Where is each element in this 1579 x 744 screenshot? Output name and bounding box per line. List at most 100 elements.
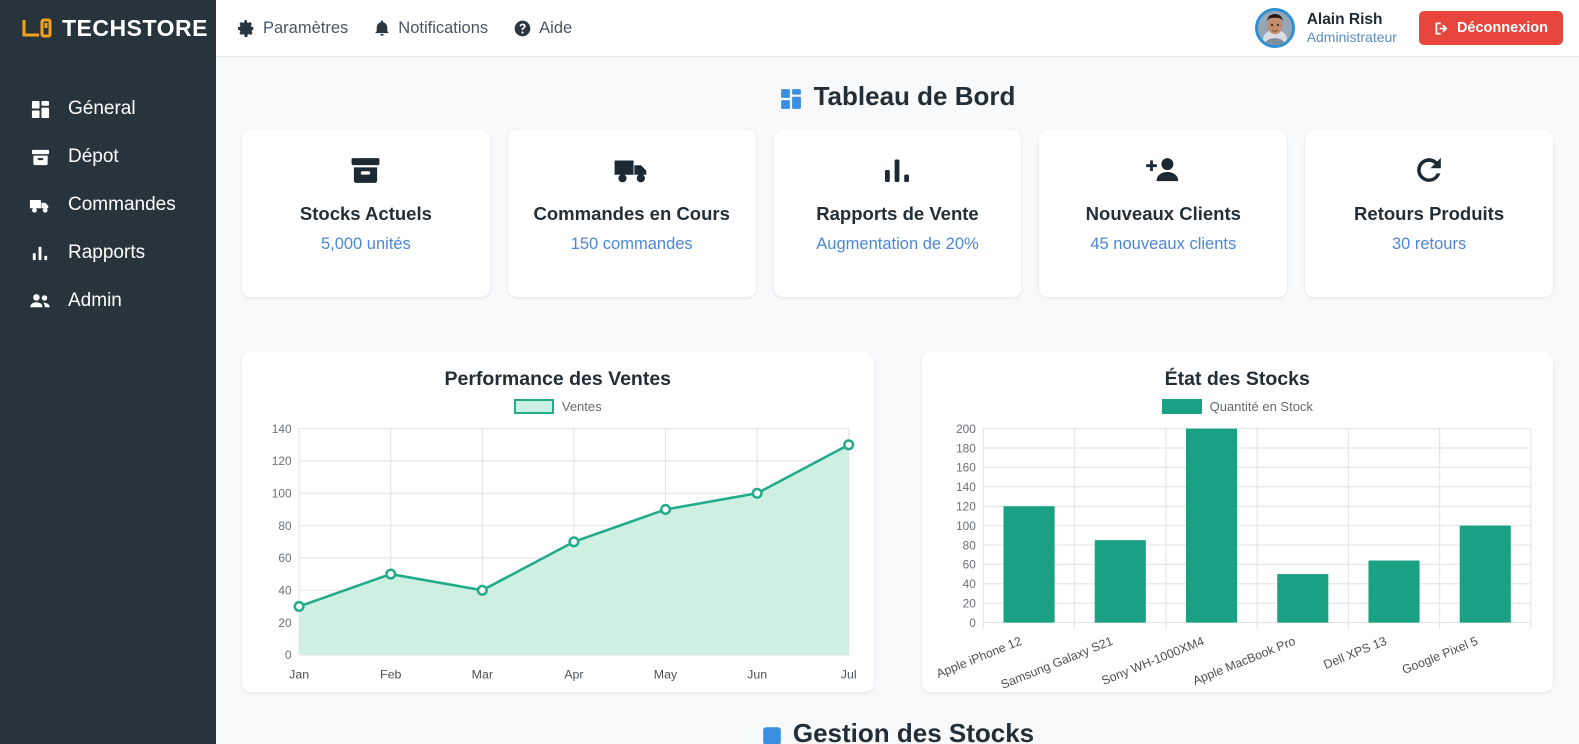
svg-text:40: 40 bbox=[278, 584, 292, 598]
user-info: Alain Rish Administrateur bbox=[1307, 11, 1397, 45]
svg-text:140: 140 bbox=[956, 480, 976, 494]
sidebar-item-rapports[interactable]: Rapports bbox=[0, 229, 216, 277]
logout-icon bbox=[1434, 21, 1449, 36]
topbar-link-parametres[interactable]: Paramètres bbox=[238, 19, 348, 38]
svg-text:180: 180 bbox=[956, 441, 976, 455]
refresh-icon bbox=[1413, 152, 1445, 188]
svg-text:Sony WH-1000XM4: Sony WH-1000XM4 bbox=[1099, 634, 1206, 688]
gestion-des-stocks-label: Gestion des Stocks bbox=[792, 718, 1035, 744]
topbar: Paramètres Notifications Aide Alain Rish… bbox=[216, 0, 1579, 57]
sidebar-item-label: Rapports bbox=[68, 242, 146, 263]
stat-card-title: Commandes en Cours bbox=[533, 203, 730, 224]
sidebar-item-general[interactable]: Géneral bbox=[0, 85, 216, 133]
bar-chart-icon bbox=[882, 152, 912, 188]
sidebar-item-label: Géneral bbox=[68, 98, 136, 119]
topbar-link-notifications[interactable]: Notifications bbox=[374, 19, 488, 38]
svg-text:0: 0 bbox=[969, 616, 976, 630]
archive-box-icon bbox=[28, 146, 52, 168]
svg-text:20: 20 bbox=[278, 616, 292, 630]
topbar-user-area: Alain Rish Administrateur Déconnexion bbox=[1254, 8, 1563, 48]
user-plus-icon bbox=[1144, 152, 1182, 188]
legend-swatch-quantite bbox=[1161, 399, 1202, 414]
stat-card-stocks-actuels[interactable]: Stocks Actuels 5,000 unités bbox=[242, 130, 490, 297]
stat-card-value: 150 commandes bbox=[570, 235, 693, 254]
logout-label: Déconnexion bbox=[1456, 20, 1548, 36]
svg-text:120: 120 bbox=[956, 500, 976, 514]
stat-card-value: 30 retours bbox=[1391, 235, 1467, 254]
stat-card-title: Retours Produits bbox=[1354, 203, 1505, 224]
svg-text:100: 100 bbox=[272, 487, 292, 501]
stat-cards: Stocks Actuels 5,000 unités Commandes en… bbox=[242, 130, 1553, 297]
topbar-link-label: Notifications bbox=[398, 18, 489, 37]
sidebar: TECHSTORE Géneral Dépot Commandes Rappor… bbox=[0, 0, 216, 744]
svg-text:160: 160 bbox=[956, 461, 976, 475]
chart-legend-sales[interactable]: Ventes bbox=[256, 399, 860, 414]
truck-icon bbox=[613, 152, 651, 188]
chart-legend-stocks[interactable]: Quantité en Stock bbox=[936, 399, 1540, 414]
topbar-link-aide[interactable]: Aide bbox=[514, 19, 572, 38]
stat-card-rapports-de-vente[interactable]: Rapports de Vente Augmentation de 20% bbox=[773, 130, 1022, 297]
charts-row: Performance des Ventes Ventes 0 20 40 60 80 1… bbox=[242, 352, 1553, 692]
svg-text:80: 80 bbox=[278, 519, 292, 533]
chart-title-sales: Performance des Ventes bbox=[444, 368, 672, 390]
svg-text:Dell XPS 13: Dell XPS 13 bbox=[1321, 634, 1388, 672]
legend-label-quantite: Quantité en Stock bbox=[1209, 399, 1313, 414]
stat-card-commandes-en-cours[interactable]: Commandes en Cours 150 commandes bbox=[507, 130, 756, 297]
sidebar-item-depot[interactable]: Dépot bbox=[0, 133, 216, 181]
sidebar-nav: Géneral Dépot Commandes Rapports Admin bbox=[0, 85, 216, 325]
sales-line-chart-plot[interactable]: 0 20 40 60 80 100 120 140 Jan Feb Mar Apr May Jun Jul bbox=[256, 420, 860, 689]
page-title-text: Tableau de Bord bbox=[813, 81, 1016, 111]
stat-card-value: 45 nouveaux clients bbox=[1090, 235, 1237, 254]
svg-text:20: 20 bbox=[962, 597, 976, 611]
svg-text:Google Pixel 5: Google Pixel 5 bbox=[1400, 634, 1480, 677]
brand-name: TECHSTORE bbox=[62, 15, 208, 41]
legend-label-ventes: Ventes bbox=[561, 399, 602, 414]
svg-text:Mar: Mar bbox=[472, 668, 493, 682]
stat-card-value: Augmentation de 20% bbox=[816, 235, 979, 254]
svg-text:Jun: Jun bbox=[747, 668, 767, 682]
bell-icon bbox=[374, 19, 390, 37]
svg-text:May: May bbox=[654, 668, 678, 682]
stock-bar-chart-plot[interactable]: 0 20 40 60 80 100 120 140 160 180 200 Apple iPhone … bbox=[936, 420, 1540, 689]
sidebar-item-admin[interactable]: Admin bbox=[0, 277, 216, 325]
dashboard-content: Tableau de Bord Stocks Actuels 5,000 uni… bbox=[216, 57, 1579, 744]
question-circle-icon bbox=[514, 20, 531, 37]
svg-text:0: 0 bbox=[285, 648, 292, 662]
sidebar-item-label: Dépot bbox=[68, 146, 119, 167]
topbar-link-label: Paramètres bbox=[263, 18, 349, 37]
bar-chart-icon bbox=[28, 242, 52, 264]
avatar[interactable] bbox=[1254, 8, 1295, 48]
device-logo-icon bbox=[22, 17, 52, 41]
stat-card-title: Nouveaux Clients bbox=[1085, 203, 1241, 224]
svg-text:Jul: Jul bbox=[841, 668, 857, 682]
brand-logo[interactable]: TECHSTORE bbox=[0, 0, 216, 57]
stat-card-nouveaux-clients[interactable]: Nouveaux Clients 45 nouveaux clients bbox=[1039, 130, 1288, 297]
svg-text:140: 140 bbox=[272, 422, 292, 436]
svg-text:Feb: Feb bbox=[380, 668, 401, 682]
app-root: TECHSTORE Géneral Dépot Commandes Rappor… bbox=[0, 0, 1579, 744]
stat-card-title: Stocks Actuels bbox=[299, 203, 432, 224]
archive-box-icon bbox=[350, 152, 381, 188]
svg-text:Jan: Jan bbox=[289, 668, 309, 682]
clipboard-icon bbox=[761, 723, 783, 744]
user-name: Alain Rish bbox=[1306, 11, 1383, 29]
svg-text:Apr: Apr bbox=[564, 668, 583, 682]
sidebar-item-label: Admin bbox=[68, 290, 122, 311]
gestion-des-stocks-section-title: Gestion des Stocks bbox=[242, 718, 1553, 744]
svg-text:120: 120 bbox=[272, 454, 292, 468]
chart-title-stocks: État des Stocks bbox=[1164, 368, 1310, 390]
svg-text:Apple MacBook Pro: Apple MacBook Pro bbox=[1190, 634, 1297, 688]
svg-text:40: 40 bbox=[962, 577, 976, 591]
sidebar-item-label: Commandes bbox=[68, 194, 176, 215]
stat-card-retours-produits[interactable]: Retours Produits 30 retours bbox=[1305, 130, 1553, 297]
stat-card-title: Rapports de Vente bbox=[816, 203, 979, 224]
logout-button[interactable]: Déconnexion bbox=[1418, 11, 1563, 45]
svg-text:80: 80 bbox=[962, 538, 976, 552]
truck-icon bbox=[28, 194, 52, 216]
svg-text:60: 60 bbox=[278, 551, 292, 565]
sidebar-item-commandes[interactable]: Commandes bbox=[0, 181, 216, 229]
dashboard-grid-icon bbox=[780, 86, 802, 109]
sales-performance-panel: Performance des Ventes Ventes 0 20 40 60 80 1… bbox=[242, 352, 874, 692]
topbar-links: Paramètres Notifications Aide bbox=[238, 19, 572, 38]
stock-state-panel: État des Stocks Quantité en Stock 0 20 40 6… bbox=[921, 352, 1553, 692]
